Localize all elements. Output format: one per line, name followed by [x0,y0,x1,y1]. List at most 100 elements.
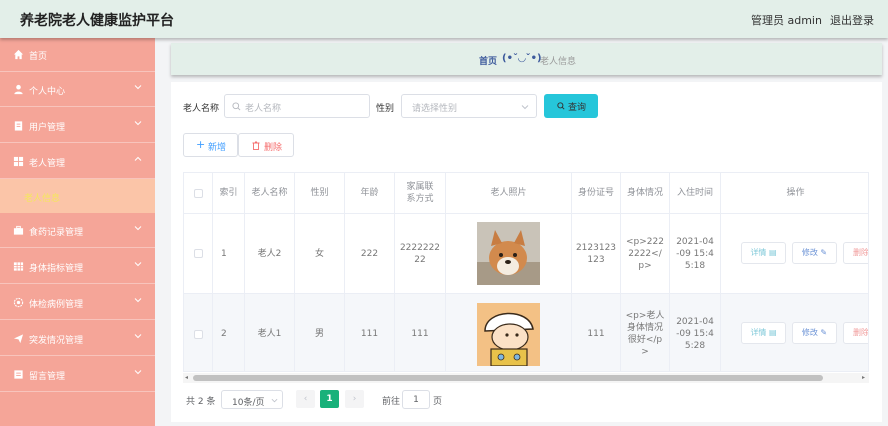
table-cell: 2 [213,294,245,371]
detail-button[interactable]: 详情 ▤ [741,242,786,264]
sidebar-item-label: 老人管理 [29,159,66,169]
breadcrumb-home[interactable]: 首页 [479,54,497,67]
plus-icon: + [196,138,206,151]
breadcrumb-current: 老人信息 [540,57,577,67]
detail-button-label: 详情 [750,248,767,257]
gender-select[interactable]: 请选择性别 [401,94,537,118]
table-cell: 111 [345,294,395,371]
sidebar-item-label: 身体指标管理 [29,264,84,274]
chevron-down-icon [134,370,142,375]
sidebar-item-home[interactable]: 首页 [0,38,155,72]
sidebar-item-label: 用户管理 [29,123,66,133]
gender-placeholder: 请选择性别 [412,104,458,114]
table-icon [13,262,24,271]
sidebar-subitem-label: 老人信息 [24,194,61,204]
person-icon [14,84,23,95]
table-cell: 1 [213,214,245,294]
breadcrumb-emoji: (•ˇ◡ˇ•) [502,53,542,64]
scroll-right-icon[interactable]: ▸ [862,374,865,381]
chevron-down-icon [134,85,142,90]
row-checkbox[interactable] [193,329,203,339]
gear-icon [13,297,24,308]
sidebar-item-checkup[interactable]: 体检病例管理 [0,286,155,320]
batch-delete-button[interactable]: 删除 [238,133,294,157]
table-cell: 111 [395,294,446,371]
sidebar-item-elders[interactable]: 老人管理 [0,145,155,179]
chevron-down-icon [134,121,142,126]
column-header: 年龄 [345,173,395,214]
table-row-checkbox-cell [184,294,213,371]
chevron-down-icon [134,262,142,267]
edit-button[interactable]: 修改 ✎ [792,242,837,264]
table-cell: 男 [295,294,345,371]
next-page-button[interactable]: › [345,390,364,408]
table-cell-photo [446,214,572,294]
chevron-left-icon: ‹ [303,394,308,404]
column-header: 性别 [295,173,345,214]
page-unit-label: 页 [433,397,443,407]
prev-page-button[interactable]: ‹ [296,390,315,408]
column-header: 家属联系方式 [395,173,446,214]
page-size-select[interactable]: 10条/页 [221,390,283,409]
breadcrumb: 首页 (•ˇ◡ˇ•) 老人信息 [171,43,882,75]
edit-icon: ✎ [817,328,828,337]
chevron-down-icon [134,298,142,303]
row-delete-button[interactable]: 删除 [843,322,869,344]
logout-link[interactable]: 退出登录 [830,12,874,28]
add-button[interactable]: + 新增 [183,133,238,157]
elder-table: 索引 老人名称 性别 年龄 家属联系方式 老人照片 身份证号 身体情况 入住时间… [183,172,869,372]
horizontal-scrollbar[interactable]: ◂ ▸ [183,373,869,383]
sidebar-subitem-elder-info[interactable]: 老人信息 [0,179,155,213]
column-header: 身体情况 [621,173,670,214]
sidebar-item-profile[interactable]: 个人中心 [0,73,155,107]
chevron-up-icon [134,156,142,161]
table-cell: 2021-04 -09 15:4 5:18 [670,214,721,294]
table-cell-photo [446,294,572,371]
total-count: 共 2 条 [186,397,216,407]
column-header: 索引 [213,173,245,214]
row-delete-button-label: 删除 [853,328,869,337]
select-all-checkbox[interactable] [193,188,203,198]
table-cell: 2021-04 -09 15:4 5:28 [670,294,721,371]
row-delete-button-label: 删除 [853,248,869,257]
goto-page-input[interactable]: 1 [402,390,430,409]
row-delete-button[interactable]: 删除 [843,242,869,264]
user-label: 管理员 admin [751,14,822,27]
column-header: 老人名称 [245,173,295,214]
sidebar-item-label: 首页 [29,52,48,62]
message-icon [14,370,23,379]
column-header: 入住时间 [670,173,721,214]
sidebar-item-emergency[interactable]: 突发情况管理 [0,322,155,356]
chevron-down-icon [134,334,142,339]
goto-label: 前往 [382,397,401,407]
briefcase-icon [13,225,24,235]
column-header: 身份证号 [572,173,621,214]
sidebar-item-messages[interactable]: 留言管理 [0,358,155,392]
page-number-button[interactable]: 1 [320,390,339,408]
sidebar-item-users[interactable]: 用户管理 [0,109,155,143]
table-row-checkbox-cell [184,214,213,294]
gender-label: 性别 [376,104,395,114]
detail-button[interactable]: 详情 ▤ [741,322,786,344]
edit-icon: ✎ [817,248,828,257]
sidebar-item-food-medicine[interactable]: 食药记录管理 [0,214,155,248]
search-icon [232,102,241,111]
chevron-right-icon: › [352,394,357,404]
top-header: 养老院老人健康监护平台 管理员 admin 退出登录 [0,0,888,38]
document-icon: ▤ [766,328,777,337]
sidebar-item-body-index[interactable]: 身体指标管理 [0,250,155,284]
chevron-down-icon [271,398,278,403]
table-cell: 222 [345,214,395,294]
scroll-left-icon[interactable]: ◂ [185,374,188,381]
query-button[interactable]: 查询 [544,94,598,118]
edit-button[interactable]: 修改 ✎ [792,322,837,344]
table-cell: 老人1 [245,294,295,371]
app-title: 养老院老人健康监护平台 [20,13,174,29]
elder-name-input[interactable]: 老人名称 [224,94,370,118]
add-button-label: 新增 [208,143,227,153]
home-icon [13,49,24,60]
scrollbar-thumb[interactable] [193,375,823,381]
select-all-cell [184,173,213,214]
row-checkbox[interactable] [193,249,203,258]
table-cell: <p>222 2222</ p> [621,214,670,294]
